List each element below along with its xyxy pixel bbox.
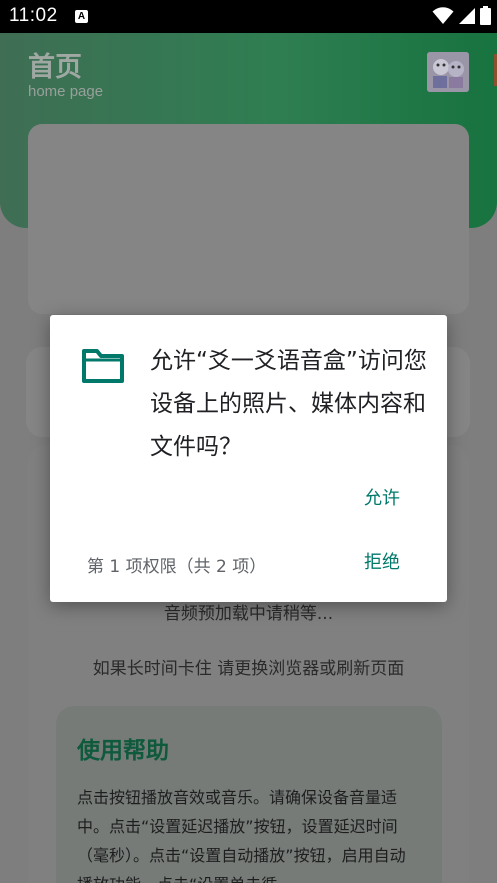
folder-icon: [82, 349, 124, 383]
battery-icon: [480, 6, 491, 25]
permission-counter: 第 1 项权限（共 2 项）: [87, 557, 267, 577]
help-body: 点击按钮播放音效或音乐。请确保设备音量适中。点击“设置延迟播放”按钮，设置延迟时…: [77, 788, 406, 883]
dialog-message: 允许“爻一爻语音盒”访问您设备上的照片、媒体内容和文件吗？: [150, 348, 427, 460]
permission-dialog: 允许“爻一爻语音盒”访问您设备上的照片、媒体内容和文件吗？ 允许 第 1 项权限…: [50, 315, 447, 602]
notification-icon: A: [75, 10, 88, 23]
loading-text: 音频预加载中请稍等...: [163, 604, 334, 624]
status-icons: [432, 6, 491, 25]
page-subtitle: home page: [28, 83, 104, 100]
status-time: 11:02: [9, 5, 58, 26]
avatar-image-icon: [427, 52, 469, 92]
avatar[interactable]: [427, 52, 469, 92]
deny-button[interactable]: 拒绝: [346, 545, 418, 581]
hint-text: 如果长时间卡住 请更换浏览器或刷新页面: [92, 659, 405, 679]
signal-icon: [459, 7, 475, 24]
wifi-icon: [432, 6, 454, 24]
help-title: 使用帮助: [77, 738, 169, 764]
page-title: 首页: [28, 52, 82, 83]
status-bar: 11:02 A: [0, 0, 497, 33]
banner-card: [28, 124, 469, 314]
allow-button[interactable]: 允许: [346, 481, 418, 517]
